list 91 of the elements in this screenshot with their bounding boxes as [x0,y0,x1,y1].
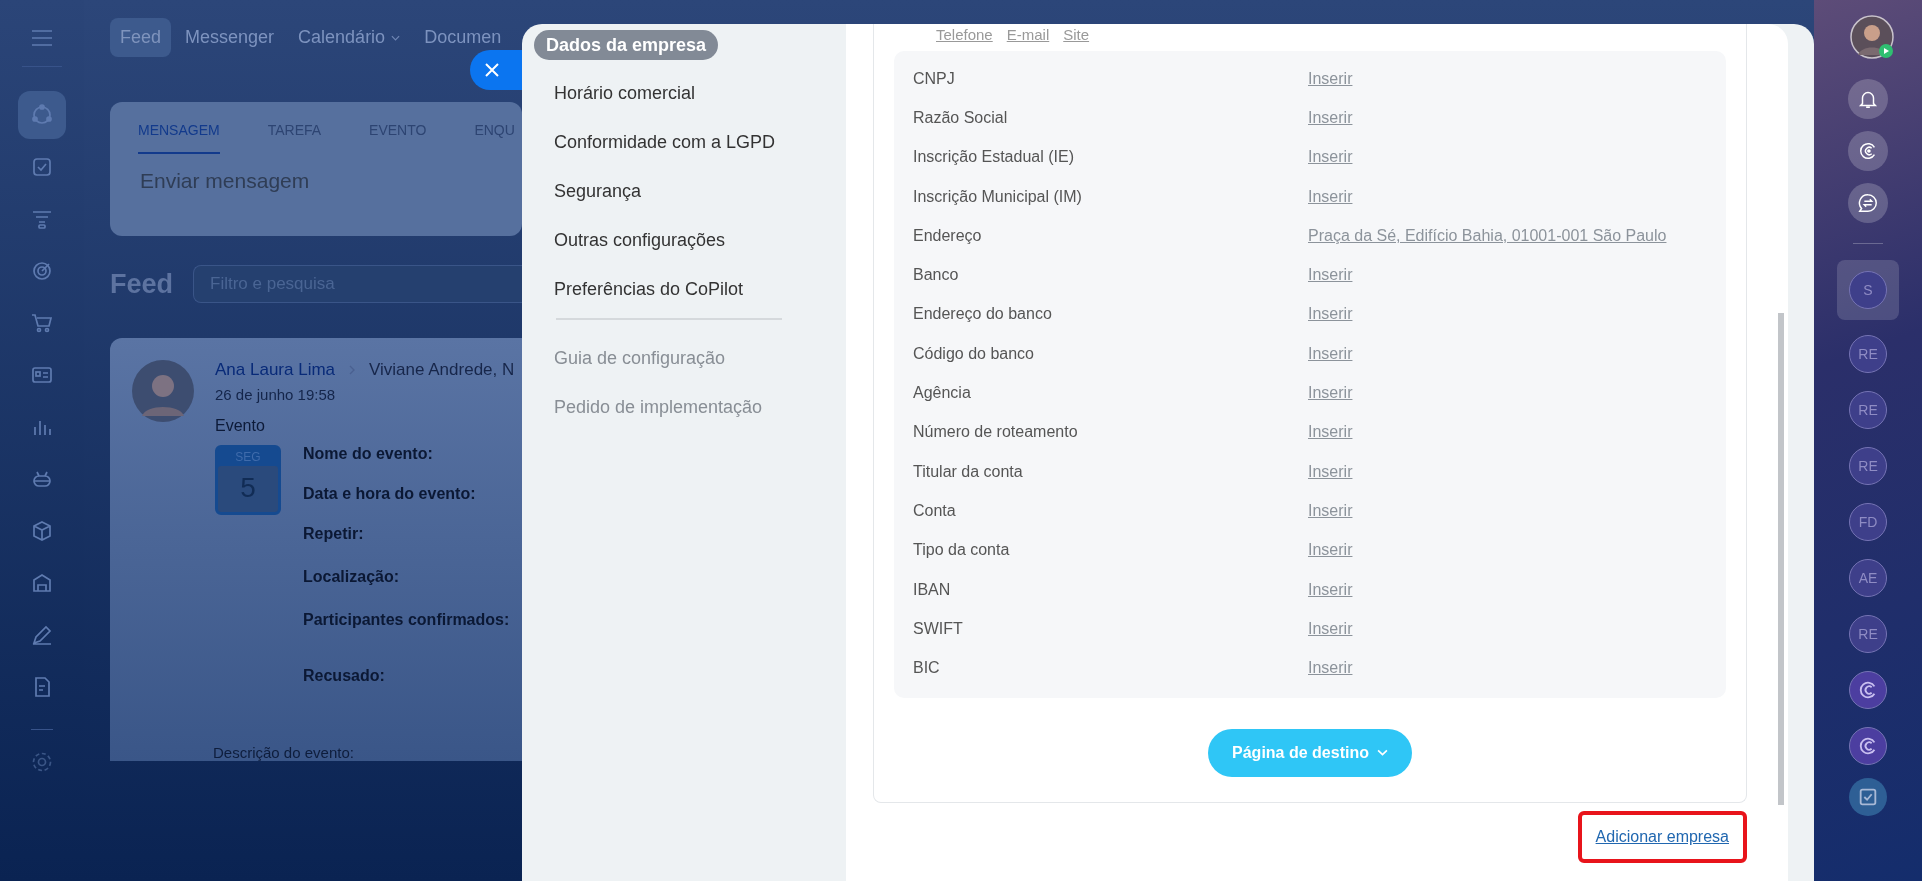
settings-menu-item[interactable]: Dados da empresa [534,30,719,60]
notifications-button[interactable] [1848,79,1888,119]
field-label: SWIFT [912,619,964,638]
field-value-link[interactable]: Inserir [1308,266,1353,285]
chat-item[interactable]: AE [1837,550,1899,606]
composer-tab[interactable]: MENSAGEM [138,122,220,154]
field-label: Endereço do banco [912,305,1053,324]
menu-icon[interactable] [32,30,52,46]
event-field-label: Data e hora do evento: [303,485,477,504]
nav-tab[interactable]: Calendário [288,18,411,57]
field-label: Inscrição Municipal (IM) [912,187,1083,206]
store-icon [30,571,54,595]
field-value-link[interactable]: Inserir [1308,305,1353,324]
post-time: 26 de junho 19:58 [215,386,337,403]
avatar[interactable] [1850,15,1894,59]
chat-arrows-icon [1857,192,1879,214]
chat-item[interactable]: RE [1837,438,1899,494]
target-icon [30,259,54,283]
event-field-label: Nome do evento: [303,445,434,464]
field-value-link[interactable]: Inserir [1308,462,1353,481]
nav-tab[interactable]: Feed [110,18,172,57]
nav-tab[interactable]: Messenger [175,18,285,57]
cart-icon [30,311,54,335]
field-value-link[interactable]: Inserir [1308,344,1353,363]
field-value-link[interactable]: Inserir [1308,148,1353,167]
field-value-link[interactable]: Inserir [1308,619,1353,638]
settings-menu-item[interactable]: Preferências do CoPilot [542,269,756,318]
field-label: CNPJ [912,69,956,88]
contact-link[interactable]: Telefone [936,26,993,50]
field-label: Razão Social [912,108,1009,127]
chat-item[interactable]: RE [1837,326,1899,382]
chat-item[interactable]: S [1837,260,1899,320]
chat-item[interactable]: RE [1837,606,1899,662]
field-value-link[interactable]: Inserir [1308,659,1353,678]
settings-menu-item[interactable]: Segurança [542,171,654,220]
field-label: Endereço [912,226,983,245]
event-field-label: Repetir: [303,525,365,544]
caret-icon [391,34,401,41]
settings-menu-link[interactable]: Guia de configuração [542,338,738,387]
event-field-label: Localização: [303,568,401,587]
author-link[interactable]: Ana Laura Lima [215,360,336,380]
box-icon [30,519,54,543]
caret-icon [1376,749,1388,757]
settings-menu-item[interactable]: Horário comercial [542,73,708,122]
field-label: Número de roteamento [912,423,1079,442]
checkbox-icon [30,155,54,179]
settings-menu-link[interactable]: Pedido de implementação [542,387,775,436]
tasks-button[interactable] [1849,778,1887,816]
settings-menu-item[interactable]: Outras configurações [542,220,738,269]
page-title: Feed [110,268,174,300]
pen-icon [30,623,54,647]
field-value-link[interactable]: Inserir [1308,501,1353,520]
field-value-link[interactable]: Inserir [1308,423,1353,442]
sidebar-item[interactable] [18,91,66,139]
add-company-link[interactable]: Adicionar empresa [1577,811,1747,863]
description-label: Descrição do evento: [213,744,355,761]
close-button[interactable] [470,50,522,90]
field-value-link[interactable]: Inserir [1308,69,1353,88]
field-value-link[interactable]: Inserir [1308,384,1353,402]
field-label: Inscrição Estadual (IE) [912,148,1075,167]
checkbox-icon [1857,786,1879,808]
circle-arrows-icon [30,103,54,127]
field-label: Titular da conta [912,462,1024,481]
nav-tab[interactable]: Documen [414,18,512,57]
field-value-link[interactable]: Inserir [1308,187,1353,206]
contact-link[interactable]: Site [1063,26,1090,50]
landing-page-button[interactable]: Página de destino [1208,728,1412,777]
event-field-label: Participantes confirmados: [303,611,510,630]
field-label: Agência [912,384,972,402]
field-label: IBAN [912,580,952,599]
field-value-link[interactable]: Inserir [1308,108,1353,127]
field-label: Banco [912,266,960,285]
recipient-text: Viviane Andrede, N [369,360,515,380]
settings-icon[interactable] [30,750,54,774]
event-field-label: Recusado: [303,667,386,686]
chat-button[interactable] [1848,183,1888,223]
field-value-link[interactable]: Praça da Sé, Edifício Bahia, 01001-001 São Paulo [1308,226,1667,245]
copilot-button[interactable] [1848,131,1888,171]
post-type: Evento [215,417,266,435]
chat-item[interactable]: FD [1837,494,1899,550]
field-label: Tipo da conta [912,541,1011,560]
message-field[interactable]: Enviar mensagem [138,168,522,194]
field-value-link[interactable]: Inserir [1308,541,1353,560]
field-label: BIC [912,659,941,678]
chat-item[interactable]: RE [1837,382,1899,438]
settings-menu-item[interactable]: Conformidade com a LGPD [542,122,788,171]
contact-link[interactable]: E-mail [1006,26,1050,50]
field-label: Conta [912,501,957,520]
close-icon [485,63,499,77]
field-label: Código do banco [912,344,1035,363]
field-value-link[interactable]: Inserir [1308,580,1353,599]
